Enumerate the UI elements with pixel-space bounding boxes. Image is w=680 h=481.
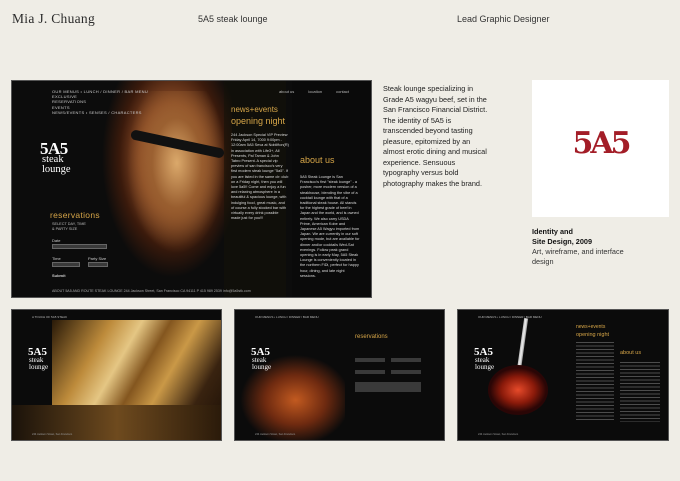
thumb-nav: OUR MENUS • LUNCH / DINNER / BAR MENU	[255, 315, 319, 319]
thumb-form-field	[391, 358, 421, 362]
thumb-form-field	[355, 370, 385, 374]
party-size-input[interactable]	[88, 262, 108, 267]
logo-word: lounge	[252, 363, 272, 371]
party-size-label: Party Size	[88, 256, 107, 261]
thumb-footer: 244 Jackson Street, San Francisco	[255, 433, 296, 436]
submit-button[interactable]: Submit	[52, 273, 66, 278]
logo-word: lounge	[42, 164, 71, 175]
thumb-about-text	[620, 362, 660, 422]
nav-link-contact[interactable]: contact	[336, 89, 349, 94]
thumb-logo-wordmark: steak lounge	[475, 357, 494, 371]
thumbnail-interior: A TOUCH OF 5A5 STEAK 5A5 steak lounge 24…	[11, 309, 222, 441]
about-body: 5A5 Steak Lounge is San Francisco's firs…	[300, 175, 360, 278]
thumb-news-text	[576, 342, 614, 422]
site-nav-item[interactable]: NEWS/EVENTS • SENSES / CHARACTERS	[52, 110, 148, 115]
identity-title: Identity and Site Design, 2009	[532, 227, 592, 246]
reservations-subheading: SELECT DAY, TIME & PARTY SIZE	[52, 222, 86, 232]
brand-logo: 5A5	[572, 126, 631, 161]
thumb-reservations-heading: reservations	[355, 334, 388, 340]
thumb-form-field	[391, 370, 421, 374]
time-label: Time	[52, 256, 61, 261]
thumb-footer: 244 Jackson Street, San Francisco	[32, 433, 73, 436]
site-logo-wordmark: steak lounge	[42, 154, 71, 175]
site-footer: ABOUT 5A5 AND ROUTE STEAK LOUNGE 244 Jac…	[52, 289, 251, 293]
news-heading: news+events	[231, 105, 278, 114]
designer-name: Mia J. Chuang	[12, 11, 96, 26]
thumb-news-subheading: opening night	[576, 332, 610, 338]
thumb-about-heading: about us	[620, 350, 642, 356]
about-heading: about us	[300, 155, 335, 165]
thumb-logo-wordmark: steak lounge	[29, 357, 48, 371]
thumb-logo-wordmark: steak lounge	[252, 357, 271, 371]
page-header: Mia J. Chuang 5A5 steak lounge Lead Grap…	[0, 0, 680, 40]
nav-link-about[interactable]: about us	[279, 89, 294, 94]
thumb-form-field	[355, 382, 421, 392]
site-nav: OUR MENUS • LUNCH / DINNER / BAR MENU EX…	[52, 89, 148, 115]
thumb-form-field	[355, 358, 385, 362]
logo-card: 5A5	[532, 80, 669, 217]
logo-word: lounge	[475, 363, 495, 371]
main-website-screenshot: OUR MENUS • LUNCH / DINNER / BAR MENU EX…	[11, 80, 372, 298]
thumbnail-news: OUR MENUS • LUNCH / DINNER / BAR MENU 5A…	[457, 309, 669, 441]
thumb-nav: OUR MENUS • LUNCH / DINNER / BAR MENU	[478, 315, 542, 319]
reservations-sub-line: & PARTY SIZE	[52, 227, 78, 231]
news-subheading: opening night	[231, 116, 286, 126]
thumb-footer: 244 Jackson Street, San Francisco	[478, 433, 519, 436]
project-title: 5A5 steak lounge	[198, 14, 268, 24]
identity-title-line: Identity and	[532, 227, 573, 236]
hero-photo-highlight	[122, 91, 232, 271]
thumb-news-heading: news+events	[576, 324, 606, 330]
steak-photo	[488, 365, 548, 415]
identity-title-line: Site Design, 2009	[532, 236, 593, 246]
date-label: Date	[52, 238, 61, 243]
thumbnail-reservations: OUR MENUS • LUNCH / DINNER / BAR MENU 5A…	[234, 309, 445, 441]
nav-link-location[interactable]: location	[308, 89, 322, 94]
role-title: Lead Graphic Designer	[457, 14, 550, 24]
site-nav-right: about us location contact	[279, 89, 349, 94]
date-input[interactable]	[52, 244, 107, 249]
project-description: Steak lounge specializing in Grade A5 wa…	[383, 84, 488, 188]
identity-subtitle: Art, wireframe, and interface design	[532, 247, 624, 266]
time-input[interactable]	[52, 262, 80, 267]
thumb-nav: A TOUCH OF 5A5 STEAK	[32, 315, 68, 319]
news-body: 244 Jackson Special VIP Preview Friday A…	[231, 133, 289, 221]
reservations-heading: reservations	[50, 210, 100, 220]
logo-word: lounge	[29, 363, 49, 371]
